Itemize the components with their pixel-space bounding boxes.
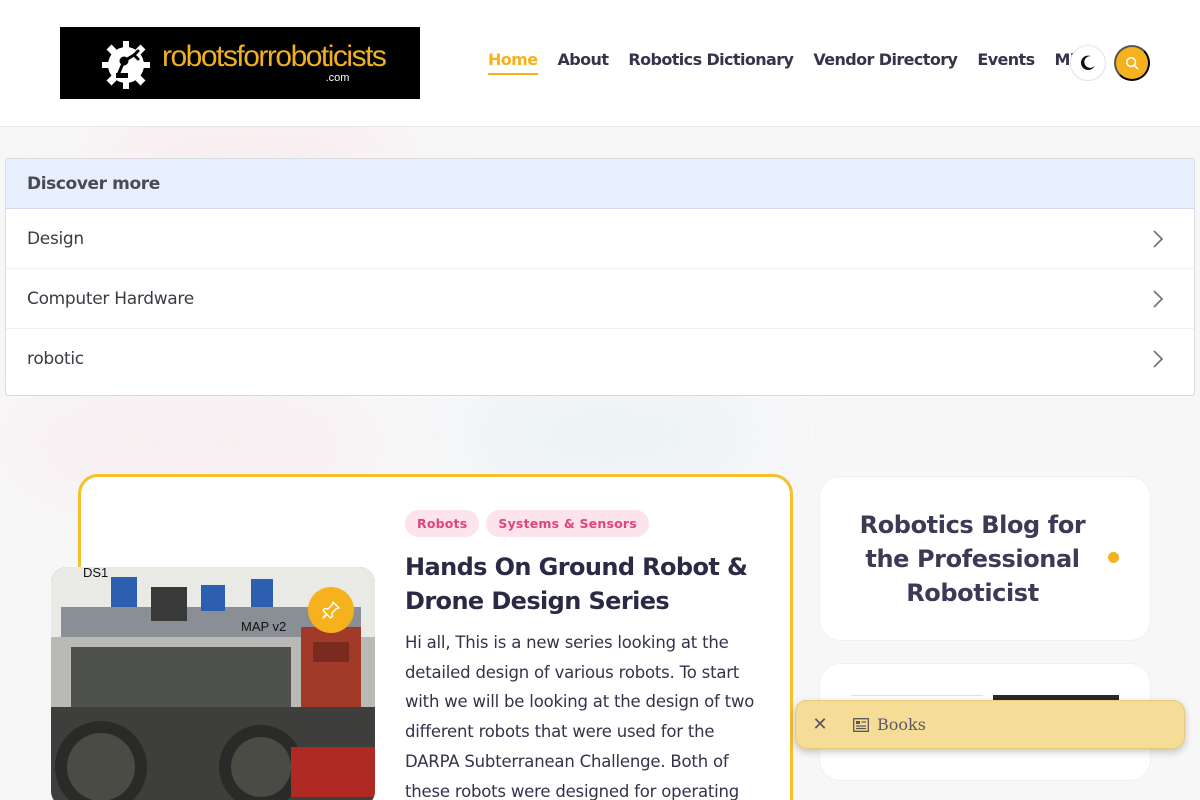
robot-gear-logo-icon	[102, 41, 150, 89]
chevron-right-icon	[1153, 229, 1164, 248]
logo-wordmark: robotsforroboticists .com	[162, 40, 387, 84]
discover-more-panel: Discover more Design Computer Hardware r…	[5, 158, 1195, 396]
nav-item-home[interactable]: Home	[488, 50, 538, 75]
pin-icon	[322, 601, 340, 619]
nav-item-vendor-directory[interactable]: Vendor Directory	[813, 50, 958, 75]
search-button[interactable]	[1114, 45, 1150, 81]
logo-text-part1: robotsfor	[162, 40, 268, 73]
tag-robots[interactable]: Robots	[405, 510, 480, 537]
discover-item-design[interactable]: Design	[6, 209, 1194, 269]
discover-item-label: Design	[27, 228, 84, 249]
search-icon	[1125, 56, 1139, 70]
post-tags: Robots Systems & Sensors	[405, 510, 649, 537]
discover-item-label: Computer Hardware	[27, 288, 194, 309]
discover-more-heading: Discover more	[6, 159, 1194, 209]
close-icon[interactable]: ✕	[796, 714, 844, 735]
discover-item-computer-hardware[interactable]: Computer Hardware	[6, 269, 1194, 329]
discover-item-label: robotic	[27, 349, 84, 369]
pinned-badge	[308, 587, 354, 633]
book-list-icon	[853, 717, 869, 732]
accent-dot	[1108, 552, 1119, 563]
logo-domain: .com	[325, 72, 350, 84]
books-popup-label: Books	[877, 715, 926, 734]
theme-toggle-button[interactable]	[1070, 45, 1106, 81]
post-excerpt: Hi all, This is a new series looking at …	[405, 633, 755, 800]
post-title[interactable]: Hands On Ground Robot & Drone Design Ser…	[405, 550, 755, 618]
main-nav: Home About Robotics Dictionary Vendor Di…	[488, 50, 1113, 75]
logo-text-part2: roboticists	[266, 40, 387, 73]
sidebar-title: Robotics Blog for the Professional Robot…	[859, 511, 1086, 607]
image-label-left: DS1	[83, 567, 108, 580]
chevron-right-icon	[1153, 289, 1164, 308]
tag-systems-sensors[interactable]: Systems & Sensors	[486, 510, 649, 537]
nav-item-events[interactable]: Events	[977, 50, 1035, 75]
site-logo[interactable]: robotsforroboticists .com	[60, 27, 420, 99]
nav-item-robotics-dictionary[interactable]: Robotics Dictionary	[628, 50, 794, 75]
image-label-right: MAP v2	[241, 619, 286, 634]
site-header: robotsforroboticists .com Home About Rob…	[0, 0, 1200, 127]
chevron-right-icon	[1153, 350, 1164, 368]
moon-icon	[1080, 55, 1095, 70]
sidebar-input-field[interactable]	[851, 695, 983, 699]
discover-item-robotic[interactable]: robotic	[6, 329, 1194, 389]
nav-item-about[interactable]: About	[558, 50, 609, 75]
books-popup[interactable]: ✕ Books	[795, 700, 1185, 749]
